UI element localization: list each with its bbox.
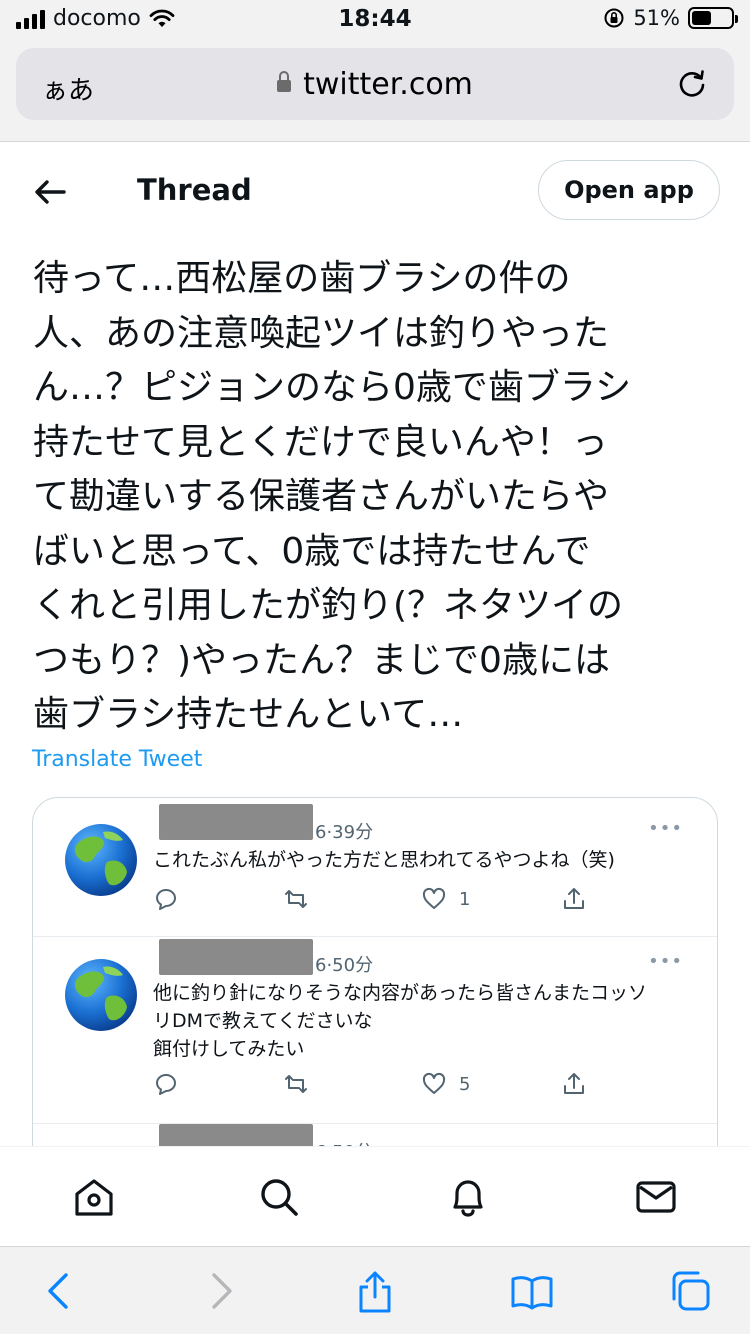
browser-top-bar: ぁあ twitter.com bbox=[0, 40, 750, 142]
page-title: Thread bbox=[137, 173, 252, 207]
notifications-icon[interactable] bbox=[446, 1175, 490, 1219]
back-arrow-icon[interactable] bbox=[30, 172, 70, 212]
like-count: 5 bbox=[459, 1073, 471, 1095]
bottom-navigation bbox=[0, 1146, 750, 1246]
browser-back-icon[interactable] bbox=[38, 1269, 82, 1313]
open-app-button[interactable]: Open app bbox=[538, 160, 720, 220]
retweet-icon bbox=[285, 1075, 307, 1093]
status-bar: docomo 18:44 51% bbox=[0, 0, 750, 40]
reply-actions: 5 bbox=[153, 1071, 593, 1101]
battery-percent: 51% bbox=[633, 6, 680, 30]
comment-icon bbox=[156, 1074, 176, 1095]
share-icon bbox=[564, 888, 584, 909]
share-button[interactable] bbox=[561, 886, 587, 912]
tweet-text: 待って…西松屋の歯ブラシの件の 人、あの注意喚起ツイは釣りやった ん…？ピジョン… bbox=[33, 258, 632, 735]
search-icon[interactable] bbox=[257, 1175, 301, 1219]
share-sheet-icon[interactable] bbox=[353, 1269, 397, 1313]
like-button[interactable]: 5 bbox=[421, 1071, 470, 1097]
like-count: 1 bbox=[459, 888, 471, 910]
retweet-icon bbox=[285, 890, 307, 908]
more-options-icon[interactable]: ••• bbox=[648, 951, 683, 972]
tabs-icon[interactable] bbox=[668, 1269, 712, 1313]
reply-text: これたぶん私がやった方だと思われてるやつよね（笑) bbox=[153, 849, 615, 871]
comment-icon bbox=[156, 889, 176, 910]
reply-item[interactable]: 6·50分 ••• 他に釣り針になりそうな内容があったら皆さんまたコッソリDMで… bbox=[33, 937, 717, 1123]
redacted-username bbox=[159, 939, 313, 975]
bookmarks-icon[interactable] bbox=[510, 1269, 554, 1313]
like-button[interactable]: 1 bbox=[421, 886, 470, 912]
redacted-username bbox=[159, 804, 313, 840]
orientation-lock-icon bbox=[604, 8, 624, 28]
retweet-button[interactable] bbox=[283, 1071, 309, 1097]
browser-toolbar bbox=[0, 1246, 750, 1334]
share-icon bbox=[564, 1073, 584, 1094]
battery-fill bbox=[692, 11, 712, 25]
lock-icon bbox=[277, 71, 292, 92]
heart-icon bbox=[422, 1072, 446, 1094]
reply-button[interactable] bbox=[153, 1071, 179, 1097]
heart-icon bbox=[422, 887, 446, 909]
reload-icon[interactable] bbox=[674, 66, 710, 102]
reply-text: 他に釣り針になりそうな内容があったら皆さんまたコッソリDMで教えてくださいな 餌… bbox=[153, 982, 648, 1060]
address-bar[interactable]: ぁあ twitter.com bbox=[16, 48, 734, 120]
status-right: 51% bbox=[603, 6, 738, 30]
translate-tweet-link[interactable]: Translate Tweet bbox=[32, 747, 202, 772]
messages-icon[interactable] bbox=[634, 1175, 678, 1219]
browser-forward-icon[interactable] bbox=[198, 1269, 242, 1313]
avatar bbox=[65, 959, 137, 1031]
reply-time: 6·39分 bbox=[315, 822, 374, 843]
url-display[interactable]: twitter.com bbox=[16, 67, 734, 102]
reply-actions: 1 bbox=[153, 886, 593, 916]
more-options-icon[interactable]: ••• bbox=[648, 818, 683, 839]
share-button[interactable] bbox=[561, 1071, 587, 1097]
retweet-button[interactable] bbox=[283, 886, 309, 912]
reply-time: 6·50分 bbox=[315, 955, 374, 976]
home-icon[interactable] bbox=[72, 1175, 116, 1219]
reply-button[interactable] bbox=[153, 886, 179, 912]
url-text: twitter.com bbox=[303, 67, 473, 102]
reply-item[interactable]: 6·39分 ••• これたぶん私がやった方だと思われてるやつよね（笑) 1 bbox=[33, 798, 717, 936]
battery-icon bbox=[688, 7, 738, 29]
thread-header: Thread Open app bbox=[0, 142, 750, 240]
avatar bbox=[65, 824, 137, 896]
